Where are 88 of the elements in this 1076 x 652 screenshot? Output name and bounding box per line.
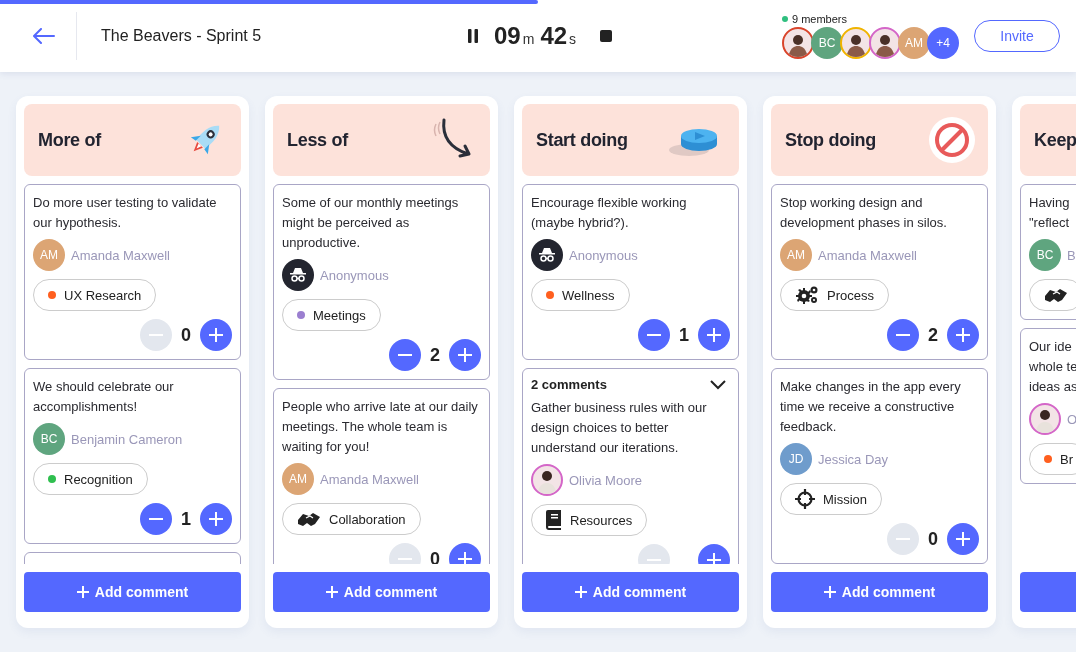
plus-icon[interactable]: [707, 553, 721, 564]
comment-text: People who arrive late at our daily meetings. The whole team is waiting for you!: [282, 398, 479, 456]
column-title: Start doing: [536, 129, 628, 151]
incognito-avatar-icon: [531, 239, 563, 271]
column-title: More of: [38, 129, 101, 151]
handshake-icon: [1044, 286, 1068, 304]
timer-unit: m: [522, 31, 535, 47]
arrow-left-icon[interactable]: [33, 28, 55, 44]
vote-count: 2: [927, 324, 939, 346]
plus-icon[interactable]: [956, 532, 970, 546]
author-avatar: BC: [1029, 239, 1061, 271]
plus-icon[interactable]: [823, 586, 836, 598]
member-avatar[interactable]: [782, 27, 814, 59]
vote-count: 1: [180, 508, 192, 530]
author-name: Olivia Moore: [569, 472, 642, 488]
plus-icon[interactable]: [76, 586, 89, 598]
author-name: O: [1067, 411, 1076, 427]
comment-text: Encourage flexible working (maybe hybrid?).: [531, 194, 688, 232]
add-comment-button[interactable]: Add comment: [273, 572, 490, 612]
vote-count: 1: [678, 324, 690, 346]
comment-text: Do more user testing to validate our hypothesis.: [33, 194, 218, 232]
author-avatar: AM: [33, 239, 65, 271]
board-title: The Beavers - Sprint 5: [101, 27, 263, 45]
comment-text: Make changes in the app every time we receive a constructive feedback.: [780, 378, 962, 436]
vote-down-button[interactable]: [389, 339, 421, 371]
author-avatar: AM: [282, 463, 314, 495]
vote-count: 0: [927, 528, 939, 550]
vote-down-button[interactable]: [140, 503, 172, 535]
vote-down-button[interactable]: [638, 319, 670, 351]
author-name: Anonymous: [569, 247, 638, 263]
author-name: Benjamin Cameron: [71, 431, 183, 447]
plus-icon[interactable]: [707, 328, 721, 342]
comment-text: Stop working design and development phases in silos.: [780, 194, 948, 232]
member-avatar[interactable]: [869, 27, 901, 59]
comment-text: Some of our monthly meetings might be perceived as unproductive.: [282, 194, 460, 252]
vote-up-button[interactable]: [449, 339, 481, 371]
comment-text: We should celebrate our accomplishments!: [33, 378, 175, 416]
author-name: Amanda Maxwell: [320, 471, 419, 487]
timer-seconds: 42: [540, 22, 568, 50]
crosshair-icon: [795, 489, 815, 509]
vote-up-button[interactable]: [200, 503, 232, 535]
pause-icon[interactable]: [468, 29, 478, 43]
handshake-icon: [297, 510, 321, 528]
incognito-avatar-icon: [282, 259, 314, 291]
plus-icon[interactable]: [458, 348, 472, 362]
author-name: Anonymous: [320, 267, 389, 283]
chevron-down-icon[interactable]: [710, 379, 726, 390]
vote-up-button[interactable]: [200, 319, 232, 351]
author-name: B: [1067, 247, 1076, 263]
stop-icon[interactable]: [600, 30, 613, 42]
plus-icon[interactable]: [209, 512, 223, 526]
member-avatar[interactable]: [840, 27, 872, 59]
more-members-badge[interactable]: +4: [927, 27, 959, 59]
author-avatar: BC: [33, 423, 65, 455]
timer-unit: s: [569, 31, 577, 47]
plus-icon[interactable]: [209, 328, 223, 342]
author-name: Jessica Day: [818, 451, 889, 467]
vote-count: 0: [429, 548, 441, 564]
gears-icon: [795, 285, 819, 305]
vote-up-button[interactable]: [698, 319, 730, 351]
vote-count: 0: [180, 324, 192, 346]
add-comment-button[interactable]: Add comment: [522, 572, 739, 612]
add-comment-button[interactable]: Add comment: [771, 572, 988, 612]
book-icon: [546, 510, 562, 530]
plus-icon[interactable]: [574, 586, 587, 598]
members-count: 9 members: [792, 13, 848, 25]
comment-text: Gather business rules with our design choices to better understand our iterations.: [531, 399, 708, 457]
plus-icon[interactable]: [325, 586, 338, 598]
add-comment-button[interactable]: Add comment: [24, 572, 241, 612]
plus-icon[interactable]: [458, 552, 472, 564]
author-avatar: JD: [780, 443, 812, 475]
prohibited-icon: [928, 116, 976, 164]
column-title: Less of: [287, 129, 348, 151]
vote-count: 2: [429, 344, 441, 366]
vote-up-button[interactable]: [947, 523, 979, 555]
author-name: Amanda Maxwell: [71, 247, 170, 263]
author-avatar: AM: [780, 239, 812, 271]
online-dot-icon: [782, 16, 788, 22]
column-title: Keep: [1034, 129, 1076, 151]
author-name: Amanda Maxwell: [818, 247, 917, 263]
comment-text: Having "reflect: [1029, 194, 1071, 232]
plus-icon[interactable]: [956, 328, 970, 342]
timer-minutes: 09: [494, 22, 521, 50]
vote-down-button[interactable]: [887, 319, 919, 351]
invite-button[interactable]: Invite: [974, 20, 1060, 52]
column-title: Stop doing: [785, 129, 876, 151]
vote-up-button[interactable]: [947, 319, 979, 351]
comments-count[interactable]: 2 comments: [531, 377, 607, 392]
